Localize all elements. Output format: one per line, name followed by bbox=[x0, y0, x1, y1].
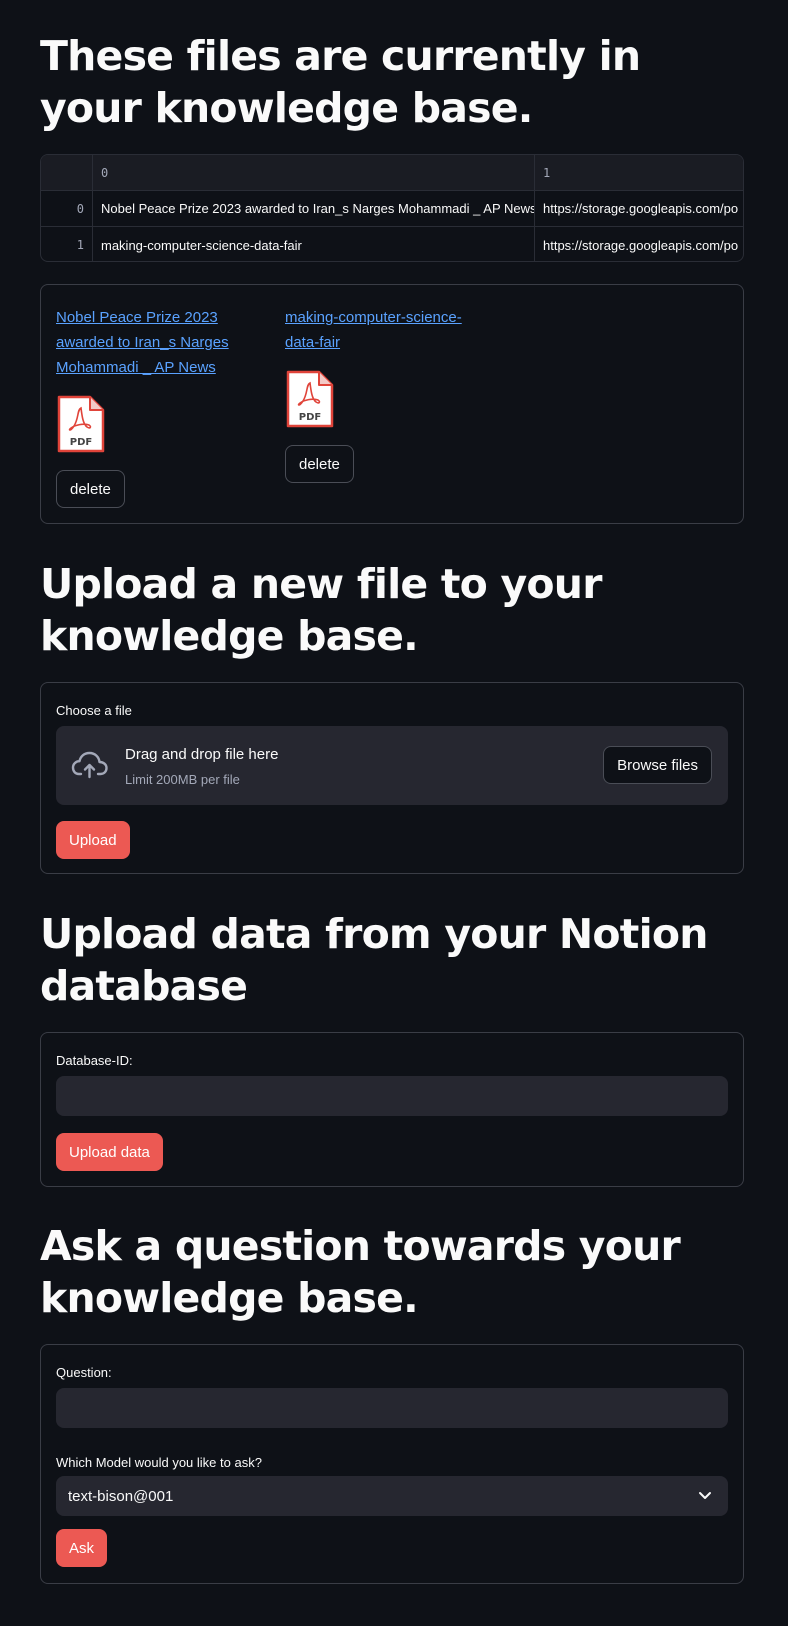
chevron-down-icon bbox=[699, 1492, 711, 1499]
table-row[interactable]: 1 making-computer-science-data-fair http… bbox=[41, 227, 743, 261]
pdf-icon-label: PDF bbox=[299, 412, 321, 423]
question-input[interactable] bbox=[56, 1388, 728, 1428]
database-id-label: Database-ID: bbox=[56, 1053, 133, 1068]
upload-limit-text: Limit 200MB per file bbox=[125, 772, 240, 787]
files-section-title: These files are currently in your knowle… bbox=[40, 32, 641, 132]
file-link[interactable]: Nobel Peace Prize 2023 awarded to Iran_s… bbox=[56, 305, 246, 380]
row-index: 1 bbox=[41, 227, 93, 261]
model-select-value: text-bison@001 bbox=[68, 1487, 174, 1505]
model-select-label: Which Model would you like to ask? bbox=[56, 1455, 262, 1470]
file-card: Nobel Peace Prize 2023 awarded to Iran_s… bbox=[56, 305, 246, 508]
table-cell[interactable]: Nobel Peace Prize 2023 awarded to Iran_s… bbox=[93, 191, 535, 226]
ask-form: Question: Which Model would you like to … bbox=[40, 1344, 744, 1584]
table-header-row: 0 1 bbox=[41, 155, 743, 191]
file-uploader-label: Choose a file bbox=[56, 703, 132, 718]
delete-file-button[interactable]: delete bbox=[56, 470, 125, 508]
notion-form: Database-ID: Upload data bbox=[40, 1032, 744, 1187]
pdf-icon: PDF bbox=[57, 395, 105, 453]
table-cell[interactable]: https://storage.googleapis.com/po bbox=[535, 191, 743, 226]
notion-section-title: Upload data from your Notion database bbox=[40, 910, 708, 1010]
database-id-input[interactable] bbox=[56, 1076, 728, 1116]
files-dataframe[interactable]: 0 1 0 Nobel Peace Prize 2023 awarded to … bbox=[40, 154, 744, 262]
file-link[interactable]: making-computer-science-data-fair bbox=[285, 305, 475, 355]
upload-form: Choose a file Drag and drop file here Li… bbox=[40, 682, 744, 874]
cloud-upload-icon bbox=[71, 751, 108, 779]
upload-button[interactable]: Upload bbox=[56, 821, 130, 859]
table-row[interactable]: 0 Nobel Peace Prize 2023 awarded to Iran… bbox=[41, 191, 743, 227]
delete-file-button[interactable]: delete bbox=[285, 445, 354, 483]
pdf-icon-label: PDF bbox=[70, 437, 92, 448]
files-container: Nobel Peace Prize 2023 awarded to Iran_s… bbox=[40, 284, 744, 524]
table-index-header bbox=[41, 155, 93, 190]
table-cell[interactable]: https://storage.googleapis.com/po bbox=[535, 227, 743, 261]
ask-button[interactable]: Ask bbox=[56, 1529, 108, 1567]
model-select[interactable]: text-bison@001 bbox=[56, 1476, 728, 1516]
row-index: 0 bbox=[41, 191, 93, 226]
column-header[interactable]: 1 bbox=[535, 155, 743, 190]
upload-data-button[interactable]: Upload data bbox=[56, 1133, 163, 1171]
question-label: Question: bbox=[56, 1365, 112, 1380]
file-dropzone[interactable]: Drag and drop file here Limit 200MB per … bbox=[56, 726, 728, 805]
ask-section-title: Ask a question towards your knowledge ba… bbox=[40, 1222, 681, 1322]
browse-files-button[interactable]: Browse files bbox=[603, 746, 712, 784]
file-card: making-computer-science-data-fair PDF de… bbox=[285, 305, 475, 483]
column-header[interactable]: 0 bbox=[93, 155, 535, 190]
drop-instruction: Drag and drop file here bbox=[125, 746, 279, 763]
pdf-icon: PDF bbox=[286, 370, 334, 428]
upload-section-title: Upload a new file to your knowledge base… bbox=[40, 560, 602, 660]
table-cell[interactable]: making-computer-science-data-fair bbox=[93, 227, 535, 261]
